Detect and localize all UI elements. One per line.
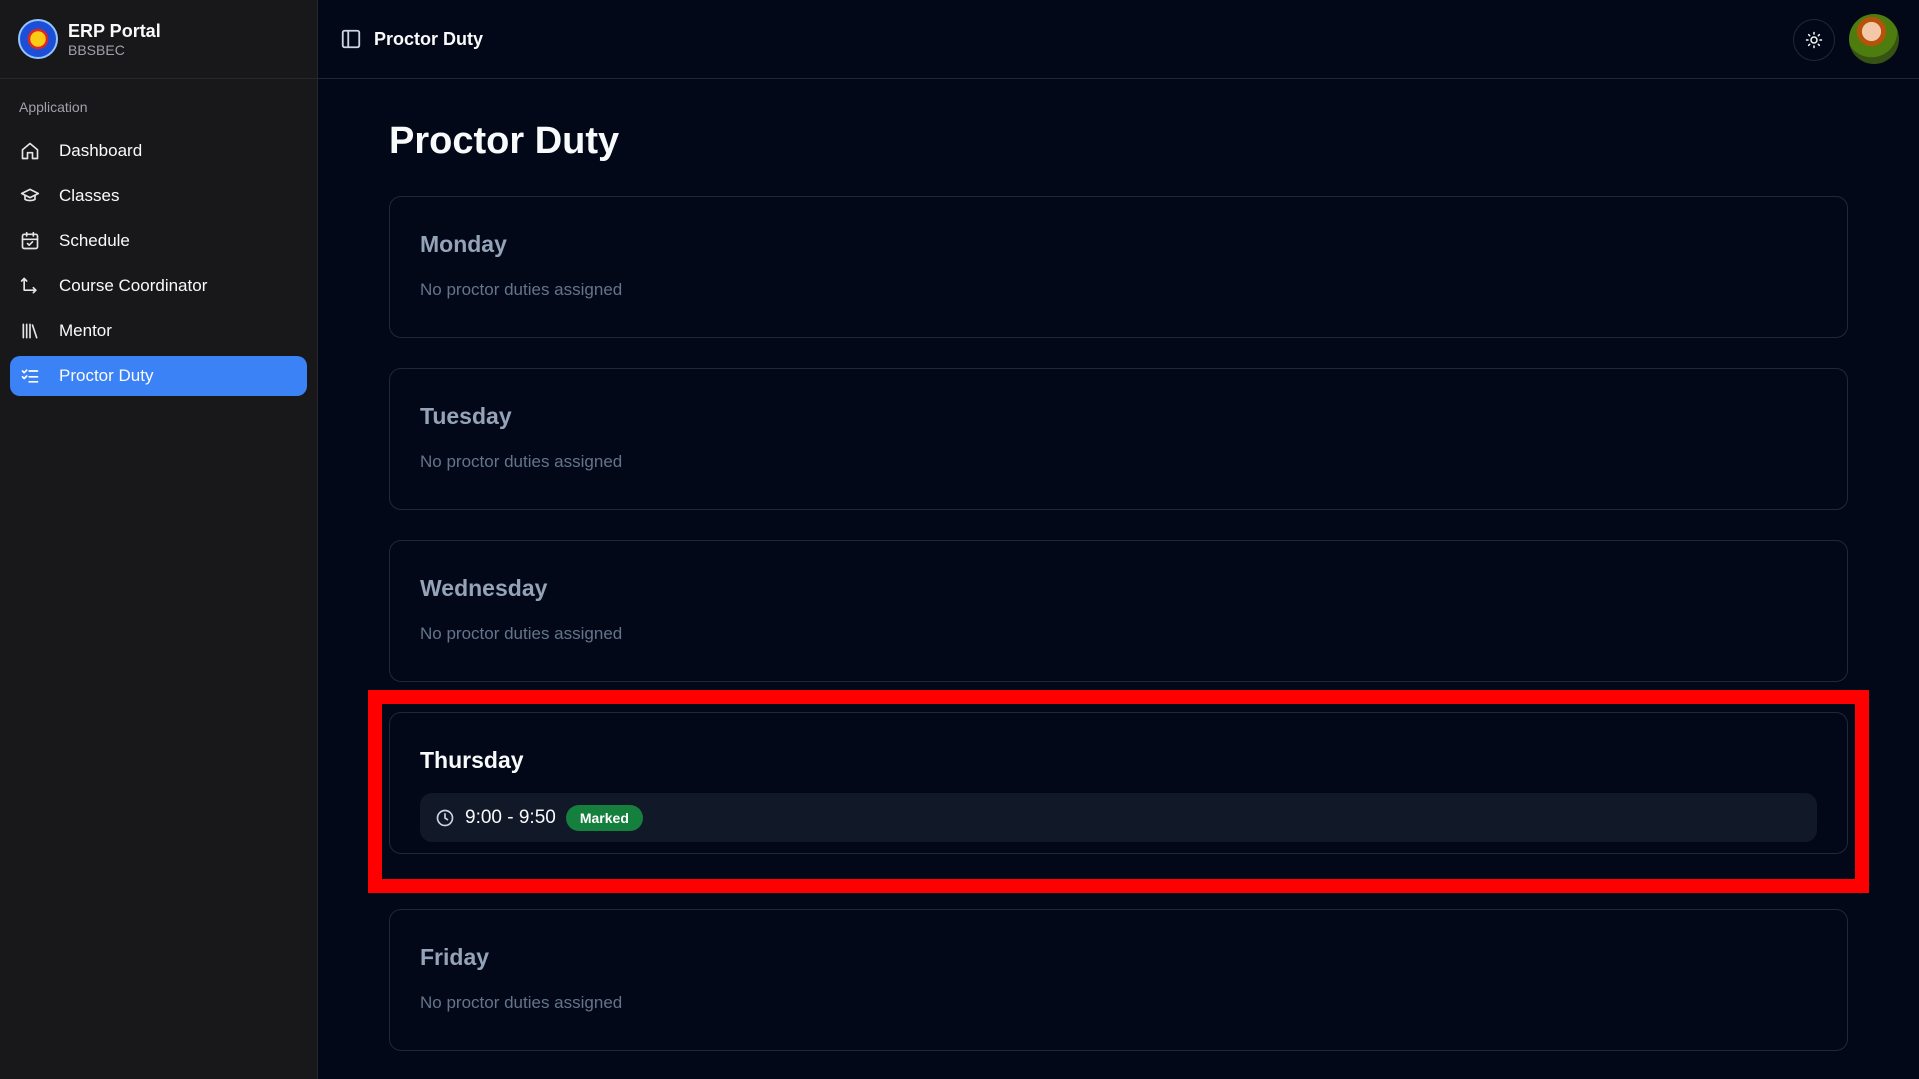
sidebar-toggle-button[interactable] bbox=[340, 28, 362, 50]
list-checks-icon bbox=[21, 369, 39, 383]
sidebar-item-course-coordinator[interactable]: Course Coordinator bbox=[10, 266, 307, 306]
sidebar-item-proctor-duty[interactable]: Proctor Duty bbox=[10, 356, 307, 396]
day-name: Monday bbox=[420, 231, 507, 257]
sidebar-item-label: Mentor bbox=[59, 321, 112, 340]
day-card-wednesday: Wednesday No proctor duties assigned bbox=[389, 540, 1848, 682]
day-name: Wednesday bbox=[420, 575, 548, 601]
day-card-friday: Friday No proctor duties assigned bbox=[389, 909, 1848, 1051]
main-content: Proctor Duty Monday No proctor duties as… bbox=[389, 79, 1848, 1051]
library-icon bbox=[22, 323, 38, 339]
day-name: Tuesday bbox=[420, 403, 512, 429]
day-name: Thursday bbox=[420, 747, 524, 773]
sidebar-item-mentor[interactable]: Mentor bbox=[10, 311, 307, 351]
empty-state-text: No proctor duties assigned bbox=[420, 280, 623, 299]
panel-left-icon bbox=[341, 29, 361, 49]
app-title: ERP Portal bbox=[68, 20, 161, 41]
sidebar-item-label: Proctor Duty bbox=[59, 366, 154, 385]
brand[interactable]: ERP Portal BBSBEC bbox=[0, 0, 317, 79]
empty-state-text: No proctor duties assigned bbox=[420, 452, 623, 471]
sidebar-item-label: Classes bbox=[59, 186, 120, 205]
sidebar-item-label: Course Coordinator bbox=[59, 276, 208, 295]
day-name: Friday bbox=[420, 944, 490, 970]
day-card-tuesday: Tuesday No proctor duties assigned bbox=[389, 368, 1848, 510]
sidebar-item-dashboard[interactable]: Dashboard bbox=[10, 131, 307, 171]
college-logo bbox=[18, 19, 58, 59]
empty-state-text: No proctor duties assigned bbox=[420, 993, 623, 1012]
duty-slot[interactable]: 9:00 - 9:50 Marked bbox=[420, 793, 1817, 842]
sidebar-item-label: Schedule bbox=[59, 231, 130, 250]
graduation-cap-icon bbox=[20, 188, 40, 202]
sidebar-item-label: Dashboard bbox=[59, 141, 143, 160]
empty-state-text: No proctor duties assigned bbox=[420, 624, 623, 643]
calendar-check-icon bbox=[21, 231, 39, 250]
sidebar-nav: Dashboard Classes Schedule Course Coordi… bbox=[0, 131, 317, 396]
sidebar-item-schedule[interactable]: Schedule bbox=[10, 221, 307, 261]
sidebar: ERP Portal BBSBEC Application Dashboard … bbox=[0, 0, 318, 1079]
clock-icon bbox=[436, 809, 454, 826]
page-title: Proctor Duty bbox=[389, 120, 620, 162]
app-subtitle: BBSBEC bbox=[68, 41, 125, 58]
theme-toggle-button[interactable] bbox=[1793, 19, 1835, 61]
home-icon bbox=[21, 142, 39, 160]
status-badge: Marked bbox=[565, 804, 643, 831]
sun-icon bbox=[1805, 31, 1823, 49]
sidebar-group-label: Application bbox=[19, 99, 88, 115]
route-icon bbox=[20, 277, 37, 294]
sidebar-item-classes[interactable]: Classes bbox=[10, 176, 307, 216]
day-card-thursday: Thursday 9:00 - 9:50 Marked bbox=[389, 712, 1848, 854]
user-avatar[interactable] bbox=[1849, 14, 1899, 64]
breadcrumb-title: Proctor Duty bbox=[374, 28, 484, 49]
top-bar: Proctor Duty bbox=[318, 0, 1919, 79]
duty-time: 9:00 - 9:50 bbox=[465, 806, 556, 828]
day-card-monday: Monday No proctor duties assigned bbox=[389, 196, 1848, 338]
